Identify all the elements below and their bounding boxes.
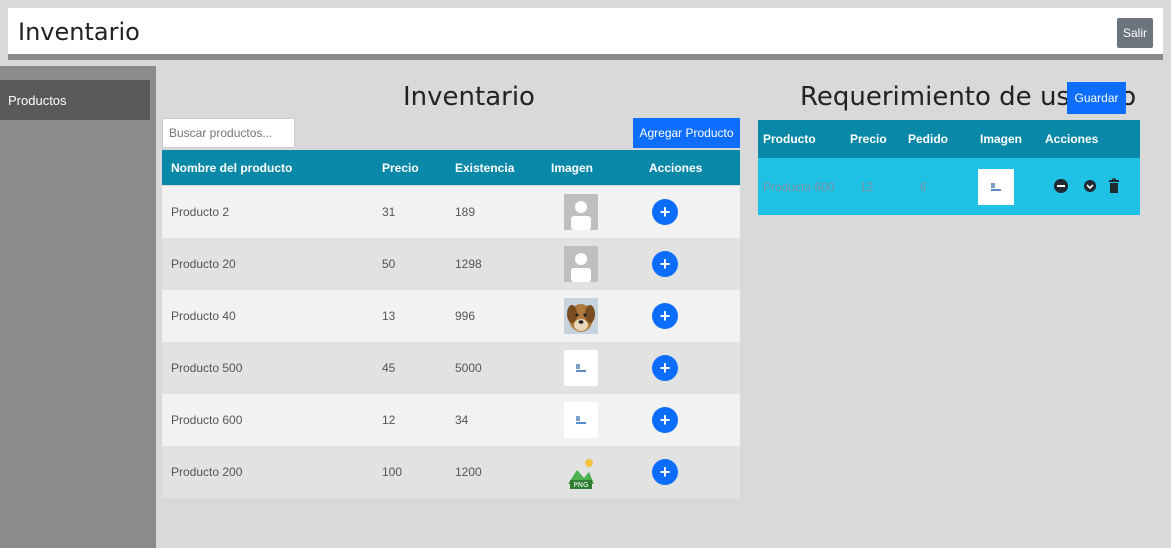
sidebar: Productos xyxy=(0,66,156,548)
inventory-table-header: Nombre del producto Precio Existencia Im… xyxy=(162,150,740,185)
table-row: Producto 40 13 996 + xyxy=(162,290,740,342)
add-to-request-button[interactable]: + xyxy=(652,459,678,485)
product-price: 12 xyxy=(860,180,874,194)
plus-icon: + xyxy=(659,202,671,222)
search-input[interactable] xyxy=(162,118,295,148)
broken-image-icon xyxy=(564,350,598,386)
png-file-icon: PNG xyxy=(564,454,598,490)
trash-icon[interactable] xyxy=(1108,178,1120,194)
sidebar-item-productos[interactable]: Productos xyxy=(0,80,150,120)
product-stock: 5000 xyxy=(455,361,482,375)
product-name: Producto 600 xyxy=(171,413,243,427)
plus-icon: + xyxy=(659,358,671,378)
requirement-table-header: Producto Precio Pedido Imagen Acciones xyxy=(758,120,1140,158)
product-name: Producto 600 xyxy=(763,180,835,194)
plus-icon: + xyxy=(659,462,671,482)
broken-image-icon xyxy=(564,402,598,438)
user-placeholder-icon xyxy=(564,246,598,282)
product-name: Producto 40 xyxy=(171,309,236,323)
chevron-down-circle-icon[interactable] xyxy=(1082,178,1098,194)
product-name: Producto 2 xyxy=(171,205,230,219)
save-button[interactable]: Guardar xyxy=(1067,82,1126,114)
column-header-image: Imagen xyxy=(551,161,594,175)
product-price: 100 xyxy=(382,465,403,479)
column-header-actions: Acciones xyxy=(649,161,703,175)
column-header-actions: Acciones xyxy=(1045,132,1099,146)
plus-icon: + xyxy=(659,306,671,326)
column-header-price: Precio xyxy=(382,161,419,175)
table-row: Producto 600 12 34 + xyxy=(162,394,740,446)
dog-photo-image xyxy=(564,298,598,334)
add-product-button[interactable]: Agregar Producto xyxy=(633,118,740,148)
plus-icon: + xyxy=(659,254,671,274)
user-placeholder-icon xyxy=(564,194,598,230)
product-price: 12 xyxy=(382,413,396,427)
product-stock: 189 xyxy=(455,205,476,219)
add-to-request-button[interactable]: + xyxy=(652,199,678,225)
table-row: Producto 200 100 1200 PNG + xyxy=(162,446,740,498)
product-name: Producto 200 xyxy=(171,465,243,479)
minus-circle-icon[interactable] xyxy=(1053,178,1069,194)
table-row: Producto 600 12 6 xyxy=(758,158,1140,215)
product-price: 31 xyxy=(382,205,396,219)
product-stock: 996 xyxy=(455,309,476,323)
broken-image-icon xyxy=(978,169,1014,205)
add-to-request-button[interactable]: + xyxy=(652,251,678,277)
column-header-ordered: Pedido xyxy=(908,132,949,146)
table-row: Producto 20 50 1298 + xyxy=(162,238,740,290)
app-title: Inventario xyxy=(18,18,140,46)
table-row: Producto 2 31 189 + xyxy=(162,186,740,238)
svg-text:PNG: PNG xyxy=(574,481,589,489)
add-to-request-button[interactable]: + xyxy=(652,355,678,381)
column-header-image: Imagen xyxy=(980,132,1023,146)
product-stock: 1200 xyxy=(455,465,482,479)
column-header-name: Nombre del producto xyxy=(171,161,293,175)
product-price: 50 xyxy=(382,257,396,271)
product-stock: 34 xyxy=(455,413,469,427)
inventory-title: Inventario xyxy=(403,82,535,112)
product-name: Producto 20 xyxy=(171,257,236,271)
ordered-quantity: 6 xyxy=(920,180,927,194)
top-navbar: Inventario Salir xyxy=(8,8,1163,60)
plus-icon: + xyxy=(659,410,671,430)
add-to-request-button[interactable]: + xyxy=(652,303,678,329)
product-price: 13 xyxy=(382,309,396,323)
product-stock: 1298 xyxy=(455,257,482,271)
table-row: Producto 500 45 5000 + xyxy=(162,342,740,394)
logout-button[interactable]: Salir xyxy=(1117,18,1153,48)
product-price: 45 xyxy=(382,361,396,375)
product-name: Producto 500 xyxy=(171,361,243,375)
column-header-stock: Existencia xyxy=(455,161,515,175)
add-to-request-button[interactable]: + xyxy=(652,407,678,433)
column-header-product: Producto xyxy=(763,132,816,146)
column-header-price: Precio xyxy=(850,132,887,146)
